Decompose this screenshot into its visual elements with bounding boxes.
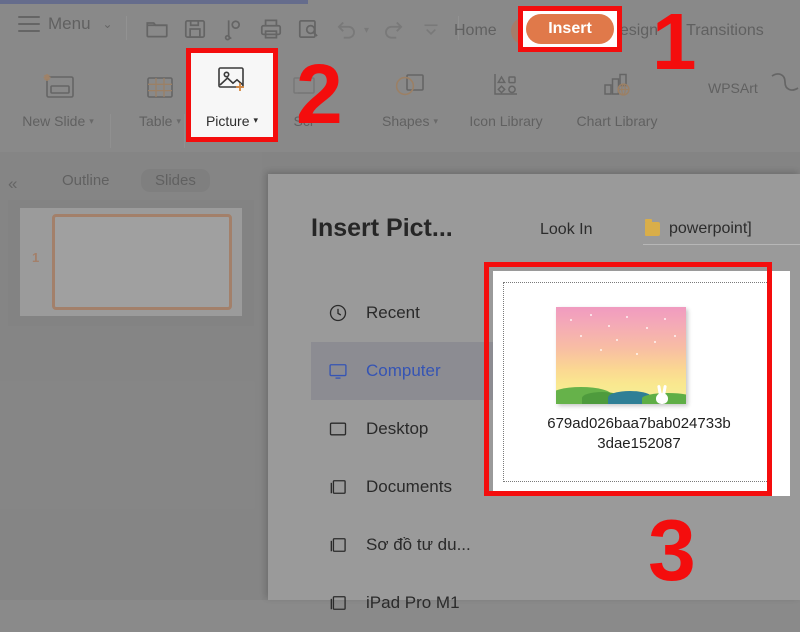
label-text: New Slide (22, 113, 86, 129)
folder-icon (645, 219, 660, 236)
folder-icon (328, 477, 348, 497)
ribbon-picture-highlighted[interactable]: Picture ▾ (191, 53, 273, 137)
annotation-number-1: 1 (652, 0, 697, 86)
label-text: Chart Library (576, 113, 658, 129)
ribbon-wpsart[interactable]: WPSArt (708, 80, 758, 96)
shapes-icon (388, 60, 432, 106)
dialog-title: Insert Pict... (311, 214, 453, 242)
look-in-path-text: powerpoint] (669, 220, 752, 237)
nav-item-label: Sơ đồ tư du... (366, 535, 471, 554)
annotation-box-file-item (484, 262, 772, 496)
chart-library-icon (595, 60, 639, 106)
undo-icon[interactable] (334, 16, 360, 42)
ribbon-icon-library[interactable]: Icon Library (456, 60, 556, 129)
print-preview-icon[interactable] (296, 16, 322, 42)
nav-item-label: iPad Pro M1 (366, 593, 460, 612)
chevron-down-icon: ⌄ (102, 17, 113, 31)
nav-item-desktop[interactable]: Desktop (311, 400, 511, 458)
ribbon-divider-2 (184, 114, 185, 148)
folder-icon (328, 593, 348, 613)
save-icon[interactable] (182, 16, 208, 42)
nav-item-label: Recent (366, 303, 420, 322)
nav-item-label: Desktop (366, 419, 429, 438)
slide-thumbnail[interactable] (52, 214, 232, 310)
hamburger-icon (18, 16, 40, 32)
label-text: Table (139, 113, 173, 129)
nav-item-recent[interactable]: Recent (311, 284, 511, 342)
panel-tab-slides[interactable]: Slides (141, 169, 210, 192)
desktop-icon (328, 419, 348, 439)
picture-icon (210, 62, 254, 107)
collapse-panel-icon[interactable]: « (8, 174, 18, 194)
toolbar-divider (126, 16, 127, 40)
nav-item-label: Computer (366, 361, 441, 380)
nav-item-documents[interactable]: Documents (311, 458, 511, 516)
slides-panel: « Outline Slides 1 (0, 152, 262, 600)
ribbon-picture-highlighted-label: Picture ▾ (206, 113, 258, 129)
equation-icon (766, 68, 800, 106)
clock-icon (328, 303, 348, 323)
tab-home[interactable]: Home (440, 22, 511, 40)
ribbon-wpsart-label: WPSArt (708, 80, 758, 96)
slide-number: 1 (32, 250, 40, 265)
undo-dropdown-icon[interactable]: ▾ (364, 25, 369, 36)
look-in-value[interactable]: powerpoint] (645, 219, 752, 238)
new-slide-icon (38, 60, 78, 106)
tab-insert-label: Insert (526, 14, 614, 44)
panel-tab-outline[interactable]: Outline (62, 172, 110, 189)
nav-item-label: Documents (366, 477, 452, 496)
nav-item-computer[interactable]: Computer (311, 342, 511, 400)
print-icon[interactable] (258, 16, 284, 42)
chevron-down-icon: ▾ (433, 115, 438, 126)
label-text: Shapes (381, 113, 430, 129)
look-in-underline (643, 244, 800, 245)
chevron-down-icon: ▾ (253, 115, 259, 125)
slides-panel-header: « Outline Slides (0, 164, 262, 198)
ribbon-shapes-label: Shapes ▾ (382, 113, 438, 129)
nav-item-so-do-tu-duy[interactable]: Sơ đồ tư du... (311, 516, 511, 574)
label-text: Picture (205, 112, 250, 129)
open-folder-icon[interactable] (144, 16, 170, 42)
slide-thumbnail-item[interactable]: 1 (20, 208, 242, 316)
share-icon[interactable] (220, 16, 246, 42)
redo-icon[interactable] (380, 16, 406, 42)
tab-insert-highlighted[interactable]: Insert (523, 11, 617, 47)
annotation-number-2: 2 (296, 47, 343, 141)
ribbon-table-label: Table ▾ (139, 113, 181, 129)
slides-list: 1 (8, 200, 254, 326)
icon-library-icon (484, 60, 528, 106)
ribbon-divider-1 (110, 114, 111, 148)
ribbon-new-slide[interactable]: New Slide ▾ (16, 60, 100, 129)
label-text: Icon Library (469, 113, 543, 129)
chevron-down-icon: ▾ (89, 115, 94, 126)
table-icon (140, 60, 180, 106)
menu-button[interactable]: Menu ⌄ (18, 14, 113, 34)
annotation-number-3: 3 (648, 503, 696, 599)
dialog-nav-list: Recent Computer Desktop Documents Sơ đồ … (311, 284, 511, 632)
nav-item-ipad-pro-m1[interactable]: iPad Pro M1 (311, 574, 511, 632)
folder-icon (328, 535, 348, 555)
look-in-label: Look In (540, 221, 593, 238)
ribbon-shapes[interactable]: Shapes ▾ (368, 60, 452, 129)
ribbon-chart-library-label: Chart Library (577, 113, 658, 129)
ribbon-icon-library-label: Icon Library (469, 113, 542, 129)
menu-label: Menu (48, 14, 91, 33)
chevron-down-icon: ▾ (176, 115, 181, 126)
ribbon-new-slide-label: New Slide ▾ (22, 113, 94, 129)
monitor-icon (328, 361, 348, 381)
